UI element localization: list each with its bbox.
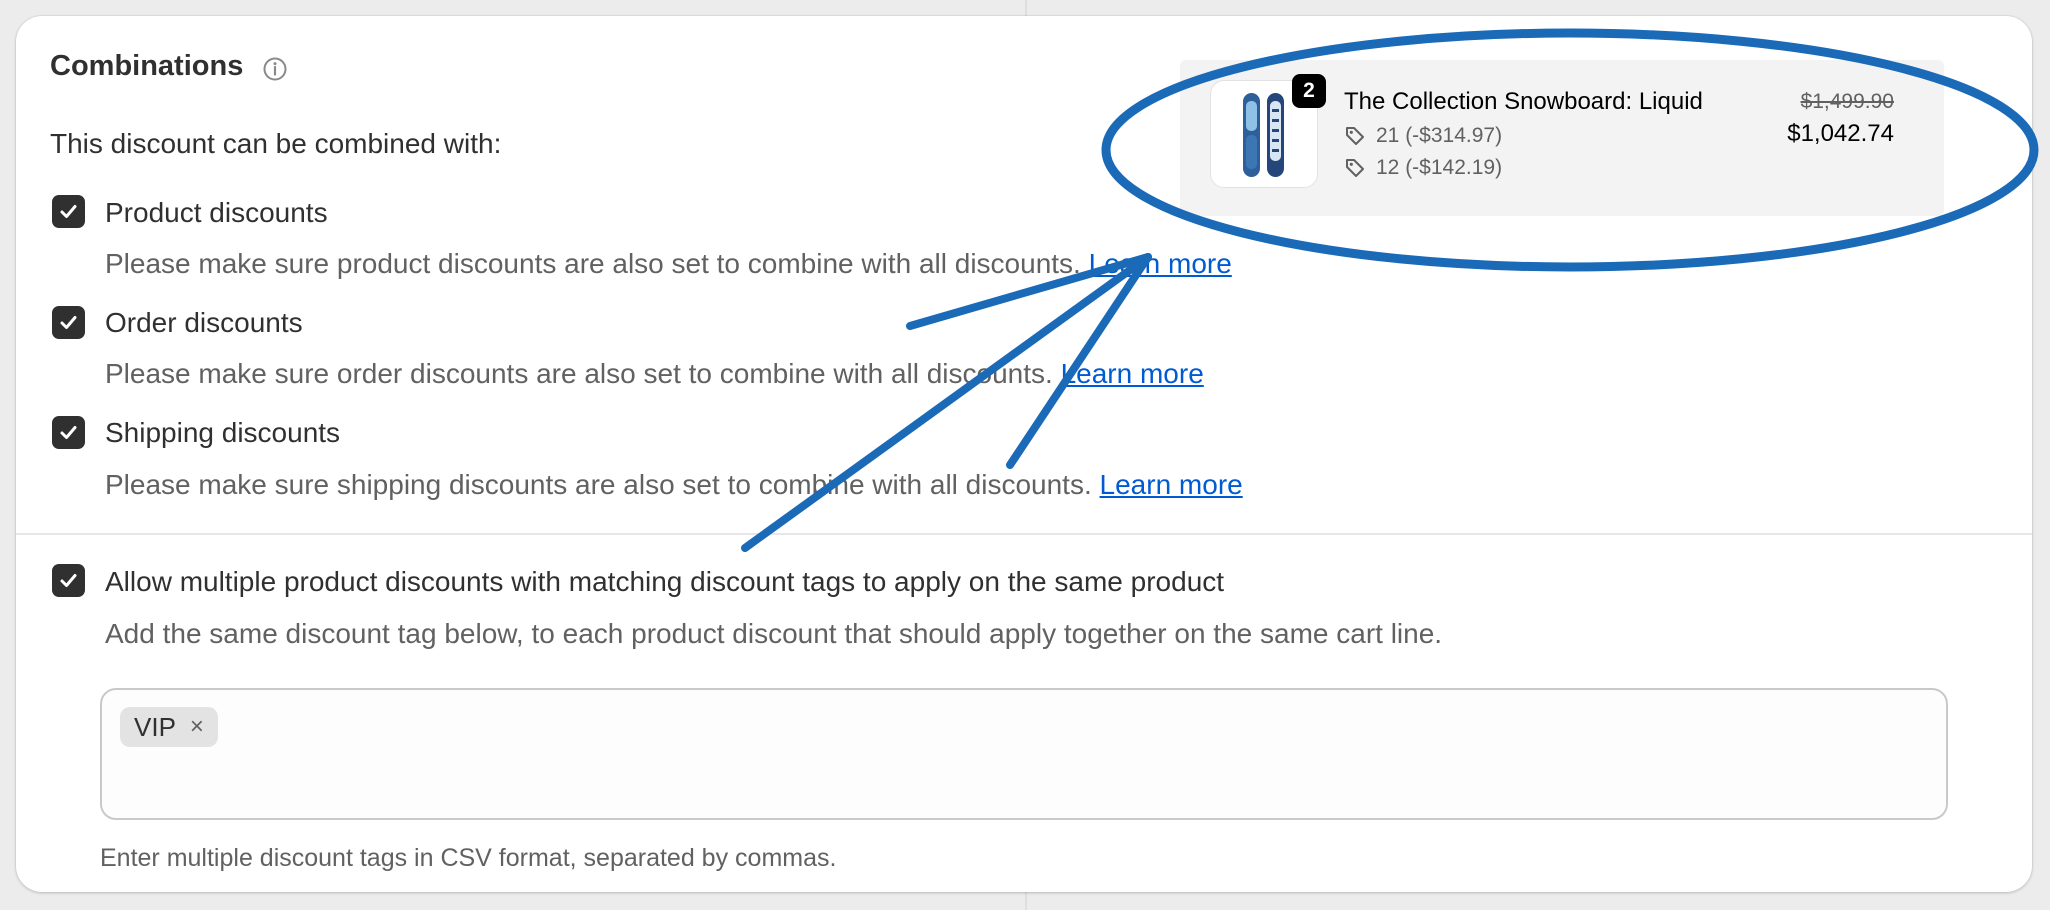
close-icon[interactable]: × <box>190 713 204 741</box>
order-discounts-checkbox[interactable] <box>52 306 85 339</box>
shipping-discounts-checkbox[interactable] <box>52 416 85 449</box>
checkmark-icon <box>60 574 77 587</box>
multiple-product-discounts-checkbox[interactable] <box>52 564 85 597</box>
original-price: $1,499.90 <box>1800 90 1894 113</box>
shipping-discounts-learn-more-link[interactable]: Learn more <box>1100 469 1243 500</box>
multiple-product-discounts-help: Add the same discount tag below, to each… <box>105 618 1443 649</box>
section-title: Combinations <box>50 50 244 82</box>
combinations-card: Combinations This discount can be combin… <box>16 16 2032 892</box>
multiple-product-discounts-label[interactable]: Allow multiple product discounts with ma… <box>105 566 1224 598</box>
discount-tag-chip: VIP × <box>120 707 218 747</box>
discount-line-2-text: 12 (-$142.19) <box>1376 156 1503 179</box>
product-discounts-help-text: Please make sure product discounts are a… <box>105 248 1081 279</box>
discount-tag-label: VIP <box>134 711 176 742</box>
discount-line-2: 12 (-$142.19) <box>1344 156 1502 180</box>
checkmark-icon <box>60 316 77 329</box>
product-discounts-label[interactable]: Product discounts <box>105 197 328 229</box>
shipping-discounts-label[interactable]: Shipping discounts <box>105 417 340 449</box>
product-discounts-help: Please make sure product discounts are a… <box>105 248 1232 280</box>
checkmark-icon <box>60 426 77 439</box>
product-discounts-checkbox[interactable] <box>52 195 85 228</box>
section-subtitle: This discount can be combined with: <box>50 128 502 159</box>
order-discounts-help-text: Please make sure order discounts are als… <box>105 358 1053 389</box>
quantity-badge: 2 <box>1292 74 1326 108</box>
discount-line-1-text: 21 (-$314.97) <box>1376 124 1503 147</box>
shipping-discounts-help-text: Please make sure shipping discounts are … <box>105 469 1092 500</box>
order-discounts-help: Please make sure order discounts are als… <box>105 358 1204 390</box>
info-icon[interactable] <box>262 56 288 82</box>
tag-icon <box>1346 159 1364 177</box>
final-price: $1,042.74 <box>1787 120 1894 147</box>
order-discounts-learn-more-link[interactable]: Learn more <box>1061 358 1204 389</box>
shipping-discounts-help: Please make sure shipping discounts are … <box>105 469 1243 501</box>
cart-line-preview: 2 The Collection Snowboard: Liquid 21 (-… <box>1180 60 1944 216</box>
discount-tags-input[interactable] <box>100 688 1948 820</box>
discount-tags-hint: Enter multiple discount tags in CSV form… <box>100 844 837 872</box>
tag-icon <box>1346 127 1364 145</box>
order-discounts-label[interactable]: Order discounts <box>105 307 303 339</box>
checkmark-icon <box>60 205 77 218</box>
section-divider <box>16 533 2032 535</box>
discount-line-1: 21 (-$314.97) <box>1344 124 1502 148</box>
product-discounts-learn-more-link[interactable]: Learn more <box>1089 248 1232 279</box>
product-title: The Collection Snowboard: Liquid <box>1344 88 1703 115</box>
